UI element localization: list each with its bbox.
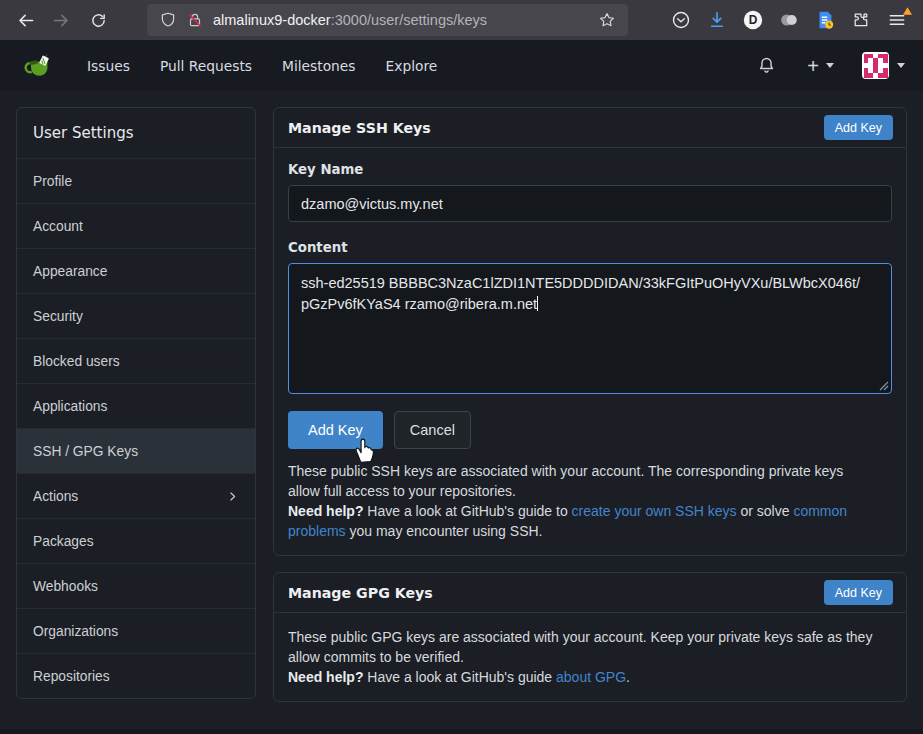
sidebar-item-packages[interactable]: Packages [17,518,255,563]
resize-handle-icon[interactable] [879,381,889,391]
cancel-button[interactable]: Cancel [394,411,471,449]
sidebar-item-account[interactable]: Account [17,203,255,248]
plus-icon: + [807,56,819,76]
sidebar-item-profile[interactable]: Profile [17,158,255,203]
mouse-cursor-pointer [353,437,376,465]
sidebar-item-applications[interactable]: Applications [17,383,255,428]
content-textarea[interactable]: ssh-ed25519 BBBBC3NzaC1lZDI1NTE5DDDDIDAN… [288,263,892,394]
chevron-right-icon [226,490,239,503]
gpg-help-text: These public GPG keys are associated wit… [288,627,892,687]
browser-toolbar: almalinux9-docker:3000/user/settings/key… [0,0,923,40]
ssh-help-text: These public SSH keys are associated wit… [288,461,892,541]
key-name-input[interactable] [288,185,892,222]
gpg-keys-panel: Manage GPG Keys Add Key These public GPG… [273,572,907,702]
puzzle-extensions-icon[interactable] [843,0,879,40]
extension-icon-gray[interactable] [771,0,807,40]
update-badge-icon [903,7,912,15]
menu-hamburger-icon[interactable] [879,0,915,40]
key-name-label: Key Name [288,162,892,177]
gpg-add-key-header-button[interactable]: Add Key [824,580,893,605]
about-gpg-link[interactable]: about GPG [556,669,626,685]
avatar-chevron-down-icon[interactable] [897,63,905,68]
browser-refresh-button[interactable] [86,8,110,32]
bookmark-star-icon[interactable] [598,11,616,29]
ssh-guide-link[interactable]: create your own SSH keys [572,503,737,519]
shield-icon [159,11,177,29]
sidebar-item-ssh-gpg-keys[interactable]: SSH / GPG Keys [17,428,255,473]
nav-link-pull-requests[interactable]: Pull Requests [160,58,252,74]
nav-link-issues[interactable]: Issues [87,58,130,74]
sidebar-item-actions[interactable]: Actions [17,473,255,518]
url-bar[interactable]: almalinux9-docker:3000/user/settings/key… [147,4,628,36]
content-label: Content [288,240,892,255]
settings-sidebar: User Settings Profile Account Appearance… [16,107,256,699]
text-caret [537,296,538,311]
ssh-panel-title: Manage SSH Keys [288,120,431,136]
notifications-bell-icon[interactable] [756,55,777,76]
sidebar-item-security[interactable]: Security [17,293,255,338]
gitea-logo[interactable] [24,51,54,81]
pocket-extension-icon[interactable] [663,0,699,40]
sidebar-item-webhooks[interactable]: Webhooks [17,563,255,608]
sidebar-item-appearance[interactable]: Appearance [17,248,255,293]
page-footer [0,729,923,734]
user-avatar[interactable] [862,52,889,79]
nav-link-explore[interactable]: Explore [386,58,438,74]
back-icon [19,15,32,25]
chevron-down-icon [826,63,834,68]
sidebar-item-organizations[interactable]: Organizations [17,608,255,653]
url-text: almalinux9-docker:3000/user/settings/key… [213,12,487,28]
ssh-keys-panel: Manage SSH Keys Add Key Key Name Content… [273,107,907,556]
sidebar-item-blocked-users[interactable]: Blocked users [17,338,255,383]
ssh-add-key-header-button[interactable]: Add Key [824,115,893,140]
gitea-navbar: Issues Pull Requests Milestones Explore … [0,40,923,91]
document-extension-icon[interactable] [807,0,843,40]
svg-text:D: D [749,13,758,27]
duckduckgo-extension-icon[interactable]: D [735,0,771,40]
forward-icon [54,15,67,25]
browser-back-button[interactable] [13,8,37,32]
browser-forward-button[interactable] [49,8,73,32]
nav-link-milestones[interactable]: Milestones [282,58,356,74]
insecure-lock-icon [186,11,204,29]
create-new-button[interactable]: + [807,56,834,76]
downloads-icon[interactable] [699,0,735,40]
gpg-panel-title: Manage GPG Keys [288,585,433,601]
sidebar-item-repositories[interactable]: Repositories [17,653,255,698]
sidebar-title: User Settings [17,108,255,158]
